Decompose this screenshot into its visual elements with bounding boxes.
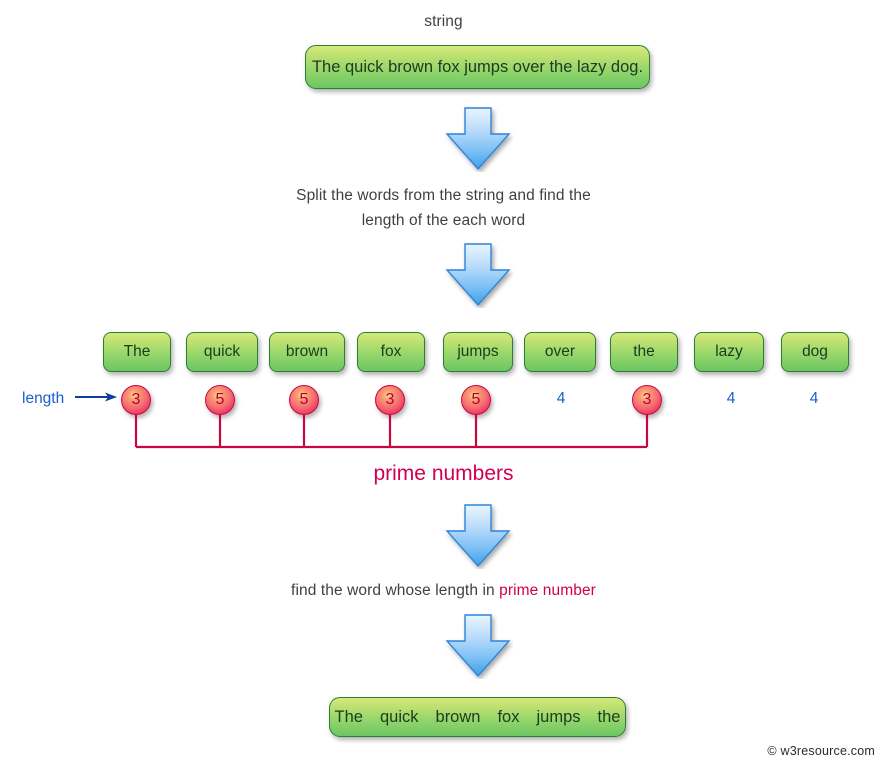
word-box-label: lazy: [715, 343, 743, 360]
result-word-5: the: [597, 707, 621, 726]
result-box: The quick brown fox jumps the: [329, 697, 626, 737]
flow-arrow-3: [443, 503, 513, 569]
result-word-list: The quick brown fox jumps the: [335, 708, 621, 727]
prime-bracket: [120, 408, 665, 459]
word-box-quick-1: quick: [186, 332, 258, 372]
result-word-2: brown: [435, 707, 481, 726]
word-box-label: quick: [203, 343, 241, 360]
word-box-the-0: The: [103, 332, 171, 372]
flow-arrow-2: [443, 242, 513, 308]
word-box-dog-8: dog: [781, 332, 849, 372]
step1-caption: Split the words from the string and find…: [0, 183, 887, 233]
input-string-box: The quick brown fox jumps over the lazy …: [305, 45, 650, 89]
result-word-1: quick: [379, 707, 419, 726]
word-box-brown-2: brown: [269, 332, 345, 372]
length-number-7: 4: [726, 390, 736, 407]
result-word-4: jumps: [536, 707, 581, 726]
word-box-label: fox: [380, 343, 402, 360]
flow-arrow-4: [443, 613, 513, 679]
word-box-the-6: the: [610, 332, 678, 372]
length-label: length: [22, 390, 65, 407]
step1-caption-line1: Split the words from the string and find…: [296, 187, 591, 204]
prime-numbers-label: prime numbers: [373, 462, 514, 485]
flow-arrow-1: [443, 106, 513, 172]
word-box-fox-3: fox: [357, 332, 425, 372]
word-box-over-5: over: [524, 332, 596, 372]
step1-caption-line2: length of the each word: [361, 212, 526, 229]
word-box-label: the: [633, 343, 655, 360]
step2-caption-prefix: find the word whose length in: [291, 582, 500, 599]
word-box-jumps-4: jumps: [443, 332, 513, 372]
word-box-label: dog: [802, 343, 828, 360]
result-word-0: The: [334, 707, 363, 726]
word-box-label: The: [123, 343, 151, 360]
word-box-label: over: [544, 343, 576, 360]
input-string-text: The quick brown fox jumps over the lazy …: [311, 57, 644, 76]
diagram-canvas: string The quick brown fox jumps over th…: [0, 0, 887, 768]
result-word-3: fox: [497, 707, 520, 726]
length-arrow-icon: [75, 388, 117, 411]
step2-caption-highlight: prime number: [499, 582, 596, 599]
length-number-5: 4: [556, 390, 566, 407]
watermark: © w3resource.com: [767, 744, 875, 758]
string-label: string: [424, 13, 463, 30]
word-box-label: brown: [285, 343, 329, 360]
word-box-lazy-7: lazy: [694, 332, 764, 372]
length-number-8: 4: [809, 390, 819, 407]
word-box-label: jumps: [457, 343, 499, 360]
step2-caption: find the word whose length in prime numb…: [0, 582, 887, 600]
